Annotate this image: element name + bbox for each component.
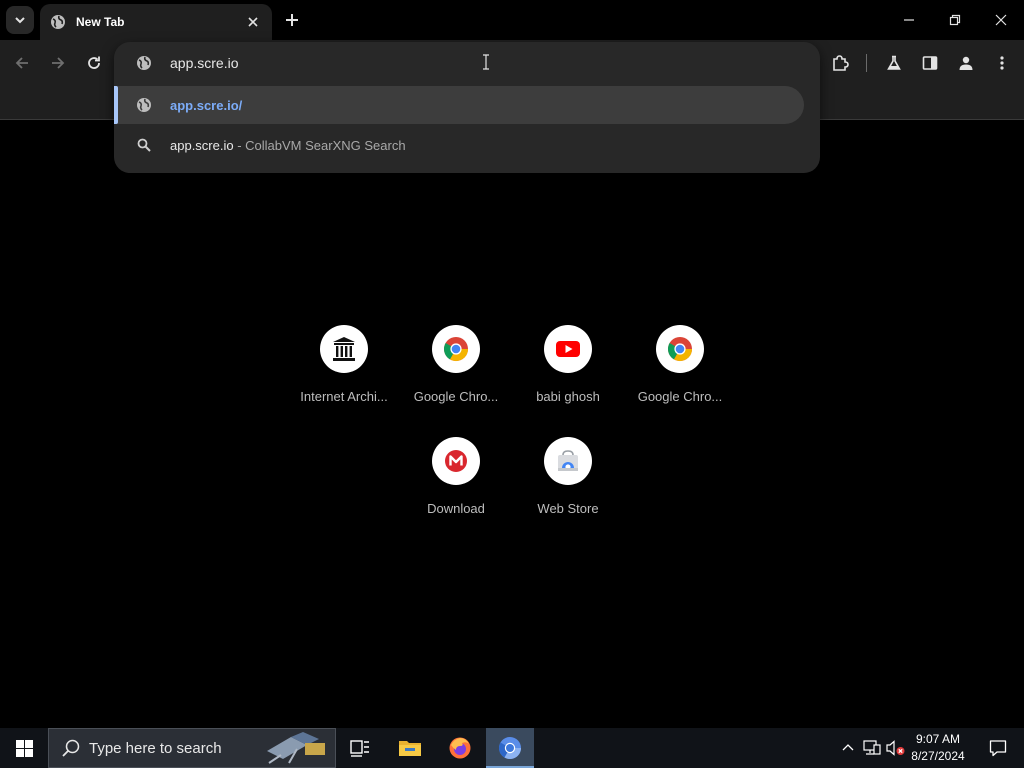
reload-button[interactable] [80,49,108,77]
shortcut-label: babi ghosh [536,389,600,404]
reload-icon [88,56,100,69]
address-input[interactable]: app.scre.io [170,55,238,71]
action-center-button[interactable] [978,728,1018,768]
chrome-icon [656,325,704,373]
network-button[interactable] [862,738,882,758]
search-placeholder: Type here to search [89,739,222,757]
tab-strip: New Tab [0,0,1024,40]
back-button[interactable] [8,49,36,77]
arrow-left-icon [15,57,28,69]
mega-icon [432,437,480,485]
minimize-button[interactable] [886,0,932,40]
internet-archive-icon [320,325,368,373]
chromium-button[interactable] [486,728,534,768]
suggestion-query-text: app.scre.io [170,137,234,153]
shortcut-label: Google Chro... [413,389,499,404]
menu-button[interactable] [988,49,1016,77]
globe-icon [136,55,152,71]
shortcut-tile[interactable]: Google Chro... [624,325,736,437]
address-bar[interactable]: app.scre.io [114,43,820,83]
side-panel-icon [922,56,938,70]
start-button[interactable] [0,728,48,768]
shortcut-label: Download [427,501,485,516]
shortcut-tile[interactable]: Internet Archi... [288,325,400,437]
more-vertical-icon [1000,56,1004,70]
tab-title: New Tab [76,15,125,29]
new-tab-button[interactable] [280,8,304,32]
person-icon [959,56,973,70]
labs-button[interactable] [880,49,908,77]
chevron-down-icon [15,17,25,24]
taskbar-clock[interactable]: 9:07 AM 8/27/2024 [906,731,970,765]
close-tab-icon[interactable] [244,13,262,31]
youtube-icon [544,325,592,373]
tab-search-button[interactable] [6,6,34,34]
shortcut-label: Web Store [537,501,599,516]
flask-icon [887,55,901,70]
notification-icon [989,740,1007,757]
network-icon [863,740,881,755]
tab-new-tab[interactable]: New Tab [40,4,272,40]
suggestion-description: - CollabVM SearXNG Search [233,137,406,153]
suggestion-row[interactable]: app.scre.io - CollabVM SearXNG Search [114,125,820,165]
volume-muted-icon [886,740,905,756]
shortcut-label: Google Chro... [637,389,723,404]
omnibox-dropdown: app.scre.io app.scre.io/ app.scre.io - C… [114,42,820,173]
shortcut-label: Internet Archi... [300,389,388,404]
windows-taskbar: Type here to search 9:07 AM 8/27/2024 [0,728,1024,768]
file-explorer-icon [399,741,421,756]
search-highlight-image-icon [267,732,325,764]
restore-button[interactable] [932,0,978,40]
shortcut-tile[interactable]: Download [400,437,512,549]
suggestion-url: app.scre.io/ [170,97,243,113]
arrow-right-icon [52,57,65,69]
task-view-button[interactable] [336,728,384,768]
forward-button[interactable] [44,49,72,77]
globe-icon [50,14,66,30]
search-icon [136,137,152,153]
clock-date: 8/27/2024 [911,749,965,763]
firefox-icon [449,737,471,759]
shortcut-tile[interactable]: Web Store [512,437,624,549]
puzzle-icon [833,55,849,71]
search-icon [61,738,81,758]
shortcut-tile[interactable]: Google Chro... [400,325,512,437]
restore-icon [949,14,961,26]
chevron-up-icon [842,744,854,751]
volume-button[interactable] [886,738,906,758]
close-window-button[interactable] [978,0,1024,40]
close-icon [995,14,1007,26]
toolbar-separator [866,54,867,72]
side-panel-button[interactable] [916,49,944,77]
plus-icon [286,14,298,26]
chromium-icon [499,737,521,759]
taskbar-search-box[interactable]: Type here to search [48,728,336,768]
suggestion-row[interactable]: app.scre.io/ [114,85,820,125]
suggestion-query: app.scre.io - CollabVM SearXNG Search [170,138,406,153]
windows-logo-icon [15,739,33,757]
clock-time: 9:07 AM [915,732,961,746]
globe-icon [136,97,152,113]
show-hidden-icons-button[interactable] [838,738,858,758]
chrome-icon [432,325,480,373]
task-view-icon [350,740,369,757]
file-explorer-button[interactable] [386,728,434,768]
shortcut-tile[interactable]: babi ghosh [512,325,624,437]
extensions-button[interactable] [826,49,854,77]
minimize-icon [904,19,914,21]
web-store-icon [544,437,592,485]
profile-button[interactable] [952,49,980,77]
text-cursor-icon [483,54,489,70]
firefox-button[interactable] [436,728,484,768]
